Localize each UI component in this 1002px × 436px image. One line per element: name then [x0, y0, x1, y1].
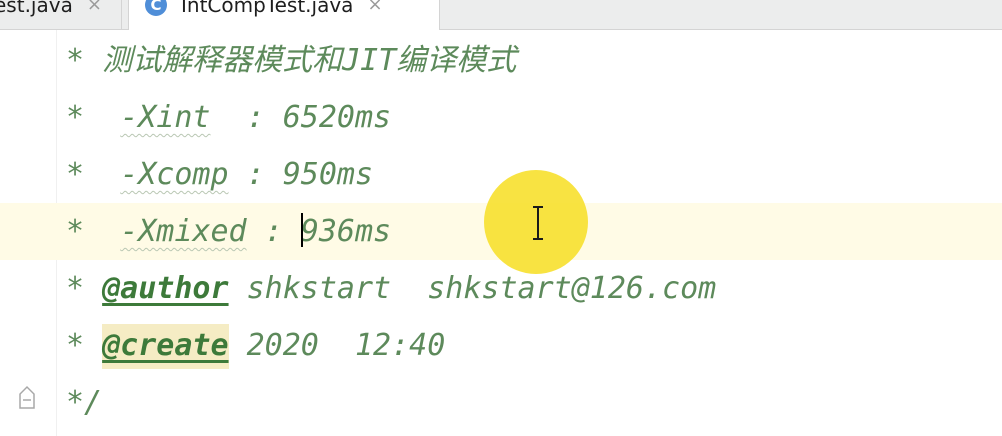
separator: : — [210, 100, 283, 135]
code-line[interactable]: * @author shkstart shkstart@126.com — [0, 260, 1002, 317]
create-text: 2020 12:40 — [228, 328, 446, 363]
comment-text: 测试解释器模式和JIT编译模式 — [84, 43, 517, 78]
author-text: shkstart shkstart@126.com — [228, 271, 717, 306]
javadoc-tag-create: @create — [102, 324, 229, 369]
comment-star: * — [66, 100, 85, 135]
code-line[interactable]: * -Xint : 6520ms — [0, 89, 1002, 146]
tab-est-java[interactable]: est.java × — [0, 0, 122, 30]
ide-editor-window: est.java × C IntCompTest.java × * 测试解释器模… — [0, 0, 1002, 436]
code-line[interactable]: * @create 2020 12:40 — [0, 317, 1002, 374]
comment-star: * — [66, 214, 85, 249]
tab-label: est.java — [0, 0, 73, 17]
fold-collapse-icon[interactable] — [18, 384, 36, 410]
class-file-icon: C — [145, 0, 167, 16]
comment-star: * — [66, 328, 85, 363]
timing-value: 6520ms — [282, 100, 392, 135]
jvm-flag: -Xcomp — [120, 157, 229, 192]
timing-value: 950ms — [282, 157, 374, 192]
comment-star: * — [66, 271, 85, 306]
separator: : — [246, 214, 301, 249]
code-line[interactable]: */ — [0, 374, 1002, 431]
jvm-flag: -Xint — [120, 100, 211, 135]
close-icon[interactable]: × — [87, 0, 102, 15]
timing-value: 936ms — [300, 214, 392, 249]
close-icon[interactable]: × — [367, 0, 382, 15]
separator: : — [228, 157, 283, 192]
comment-end: */ — [66, 385, 103, 420]
tab-label: IntCompTest.java — [181, 0, 354, 17]
text-caret — [300, 212, 303, 247]
ibeam-cursor-icon — [533, 206, 543, 240]
code-line[interactable]: * 测试解释器模式和JIT编译模式 — [0, 32, 1002, 89]
comment-star: * — [66, 157, 85, 192]
tab-intcomptest-java[interactable]: C IntCompTest.java × — [128, 0, 440, 30]
jvm-flag: -Xmixed — [120, 214, 247, 249]
editor-tab-bar: est.java × C IntCompTest.java × — [0, 0, 1002, 30]
comment-star: * — [66, 43, 85, 78]
javadoc-tag-author: @author — [102, 271, 229, 306]
